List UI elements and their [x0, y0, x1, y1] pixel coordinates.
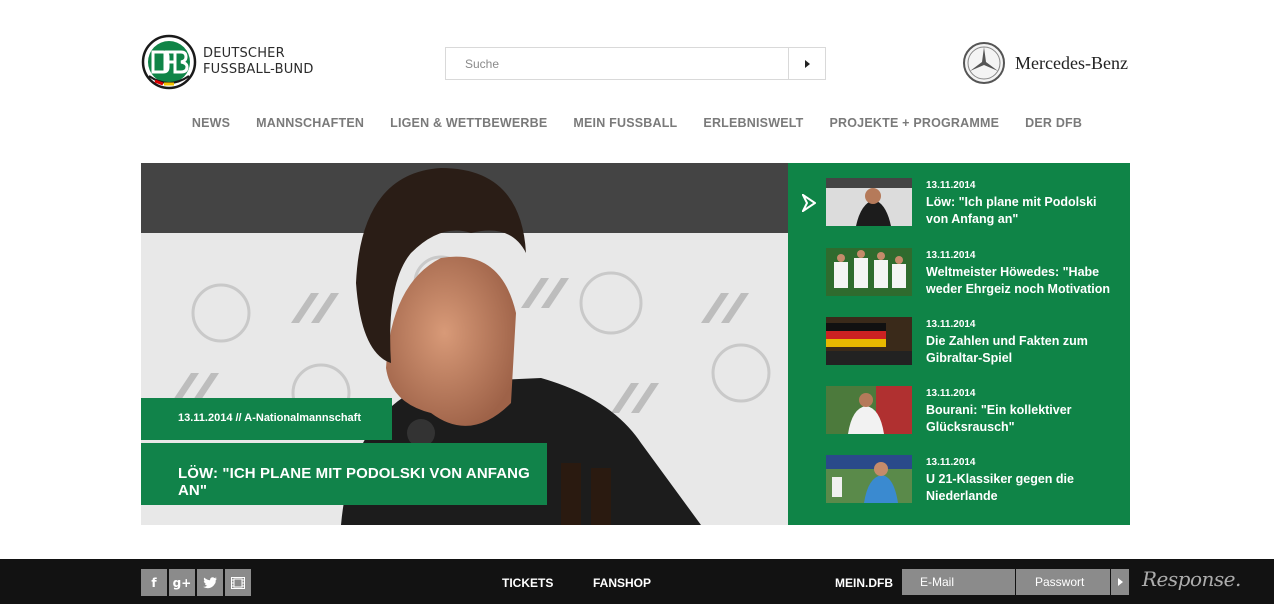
- news-title-line: Weltmeister Höwedes: "Habe: [926, 265, 1100, 279]
- news-item[interactable]: 13.11.2014 Die Zahlen und Fakten zum Gib…: [826, 317, 1126, 365]
- news-thumbnail: [826, 455, 912, 503]
- news-title: Bourani: "Ein kollektiver Glücksrausch": [926, 402, 1072, 436]
- news-item[interactable]: 13.11.2014 Löw: "Ich plane mit Podolski …: [826, 178, 1126, 226]
- google-plus-icon[interactable]: g+: [169, 569, 195, 596]
- tickets-link[interactable]: TICKETS: [502, 576, 553, 590]
- news-title-line: Gibraltar-Spiel: [926, 351, 1013, 365]
- facebook-icon[interactable]: f: [141, 569, 167, 596]
- password-field[interactable]: [1016, 569, 1110, 595]
- news-text: 13.11.2014 Löw: "Ich plane mit Podolski …: [926, 178, 1097, 226]
- login-submit-button[interactable]: [1111, 569, 1129, 595]
- nav-item-der-dfb[interactable]: DER DFB: [1025, 116, 1082, 130]
- logo-line-2: FUSSBALL-BUND: [203, 62, 314, 77]
- news-title: U 21-Klassiker gegen die Niederlande: [926, 471, 1074, 505]
- news-text: 13.11.2014 Bourani: "Ein kollektiver Glü…: [926, 386, 1072, 434]
- mercedes-star-icon: [963, 42, 1005, 84]
- sponsor-name: Mercedes-Benz: [1015, 52, 1128, 73]
- nav-item-projekte-programme[interactable]: PROJEKTE + PROGRAMME: [830, 116, 1000, 130]
- hero-teaser[interactable]: 13.11.2014 // A-Nationalmannschaft LÖW: …: [141, 163, 788, 525]
- news-thumbnail: [826, 317, 912, 365]
- news-list: 13.11.2014 Löw: "Ich plane mit Podolski …: [788, 163, 1130, 525]
- nav-item-mein-fussball[interactable]: MEIN FUSSBALL: [573, 116, 677, 130]
- email-field[interactable]: [902, 569, 1015, 595]
- arrow-right-icon: [804, 59, 810, 68]
- sponsor-logo[interactable]: Mercedes-Benz: [962, 41, 1128, 85]
- fanshop-link[interactable]: FANSHOP: [593, 576, 651, 590]
- nav-item-mannschaften[interactable]: MANNSCHAFTEN: [256, 116, 364, 130]
- social-links: f g+: [141, 569, 253, 596]
- news-item[interactable]: 13.11.2014 Weltmeister Höwedes: "Habe we…: [826, 248, 1126, 296]
- news-item[interactable]: 13.11.2014 U 21-Klassiker gegen die Nied…: [826, 455, 1126, 503]
- mein-dfb-label: MEIN.DFB: [835, 576, 893, 590]
- news-date: 13.11.2014: [926, 250, 976, 261]
- news-title-line: weder Ehrgeiz noch Motivation: [926, 282, 1111, 296]
- search-bar: [445, 47, 826, 80]
- news-title-line: von Anfang an": [926, 212, 1019, 226]
- video-icon[interactable]: [225, 569, 251, 596]
- play-arrow-icon: [802, 194, 816, 212]
- news-text: 13.11.2014 Die Zahlen und Fakten zum Gib…: [926, 317, 1088, 365]
- search-input[interactable]: [446, 48, 788, 79]
- news-title-line: Die Zahlen und Fakten zum: [926, 334, 1088, 348]
- nav-item-news[interactable]: NEWS: [192, 116, 230, 130]
- main-nav: NEWS MANNSCHAFTEN LIGEN & WETTBEWERBE ME…: [0, 116, 1274, 130]
- news-date: 13.11.2014: [926, 180, 976, 191]
- search-submit-button[interactable]: [788, 48, 825, 79]
- news-title-line: Glücksrausch": [926, 420, 1015, 434]
- news-date: 13.11.2014: [926, 319, 976, 330]
- news-title: Löw: "Ich plane mit Podolski von Anfang …: [926, 194, 1097, 228]
- dfb-logo[interactable]: DEUTSCHER FUSSBALL-BUND: [141, 34, 314, 90]
- news-title-line: Löw: "Ich plane mit Podolski: [926, 195, 1097, 209]
- hero-headline[interactable]: LÖW: "ICH PLANE MIT PODOLSKI VON ANFANG …: [141, 443, 547, 505]
- news-title: Die Zahlen und Fakten zum Gibraltar-Spie…: [926, 333, 1088, 367]
- news-title-line: U 21-Klassiker gegen die: [926, 472, 1074, 486]
- news-text: 13.11.2014 Weltmeister Höwedes: "Habe we…: [926, 248, 1110, 296]
- news-title: Weltmeister Höwedes: "Habe weder Ehrgeiz…: [926, 264, 1110, 298]
- footer-bar: f g+ TICKETS FANSHOP MEIN.DFB Response.: [0, 559, 1274, 604]
- logo-line-1: DEUTSCHER: [203, 46, 285, 61]
- twitter-icon[interactable]: [197, 569, 223, 596]
- nav-item-erlebniswelt[interactable]: ERLEBNISWELT: [703, 116, 803, 130]
- news-item[interactable]: 13.11.2014 Bourani: "Ein kollektiver Glü…: [826, 386, 1126, 434]
- news-thumbnail: [826, 386, 912, 434]
- watermark: Response.: [1142, 567, 1241, 591]
- arrow-right-icon: [1117, 578, 1123, 586]
- logo-wordmark: DEUTSCHER FUSSBALL-BUND: [203, 46, 314, 78]
- news-date: 13.11.2014: [926, 388, 976, 399]
- news-title-line: Niederlande: [926, 489, 998, 503]
- news-title-line: Bourani: "Ein kollektiver: [926, 403, 1072, 417]
- news-thumbnail: [826, 248, 912, 296]
- hero-tag: 13.11.2014 // A-Nationalmannschaft: [141, 398, 392, 440]
- news-thumbnail: [826, 178, 912, 226]
- news-date: 13.11.2014: [926, 457, 976, 468]
- page: DEUTSCHER FUSSBALL-BUND Mercedes-Benz NE…: [0, 0, 1274, 604]
- news-text: 13.11.2014 U 21-Klassiker gegen die Nied…: [926, 455, 1074, 503]
- nav-item-ligen-wettbewerbe[interactable]: LIGEN & WETTBEWERBE: [390, 116, 547, 130]
- dfb-emblem-icon: [141, 34, 197, 90]
